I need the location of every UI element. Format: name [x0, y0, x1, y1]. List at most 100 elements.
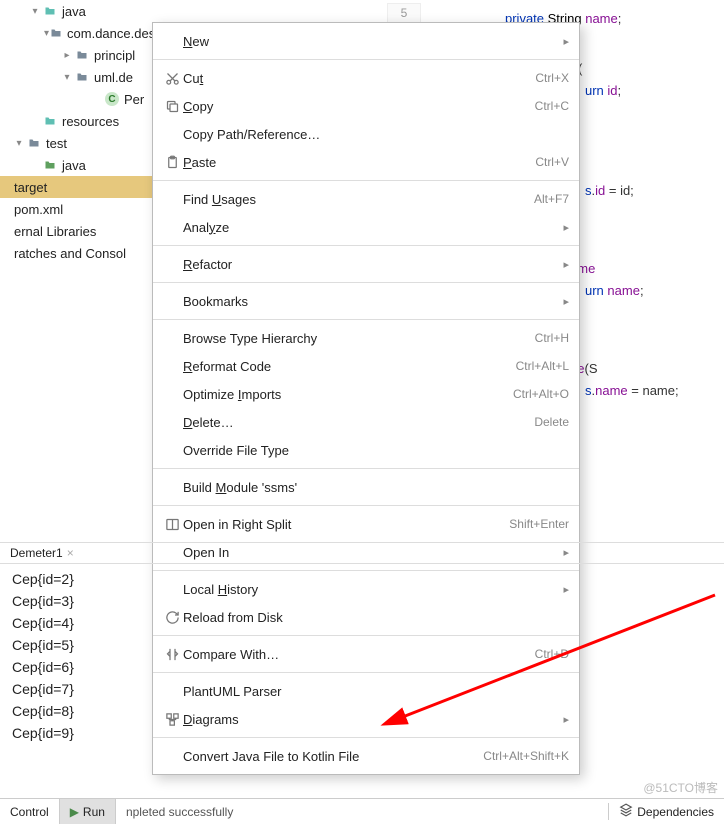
tree-item-label: principl [94, 48, 135, 63]
menu-item-label: New [183, 34, 555, 49]
folder-icon [42, 113, 58, 129]
menu-item-label: Analyze [183, 220, 555, 235]
tree-item[interactable]: pom.xml [0, 198, 160, 220]
version-control-label: Control [10, 805, 49, 819]
folder-icon [42, 3, 58, 19]
tree-item[interactable]: ernal Libraries [0, 220, 160, 242]
submenu-arrow-icon: ▸ [563, 295, 569, 308]
project-tree[interactable]: ▾java▾com.dance.design▸principl▾uml.deCP… [0, 0, 160, 264]
menu-item[interactable]: Copy Path/Reference… [153, 120, 579, 148]
tree-item[interactable]: C Per [0, 88, 160, 110]
menu-item-shortcut: Shift+Enter [509, 517, 569, 531]
tree-item[interactable]: target [0, 176, 160, 198]
version-control-button[interactable]: Control [0, 799, 60, 824]
menu-item-label: Copy Path/Reference… [183, 127, 569, 142]
menu-item-label: Optimize Imports [183, 387, 513, 402]
menu-item[interactable]: New ▸ [153, 27, 579, 55]
console-line: Cep{id=8} [12, 700, 712, 722]
menu-item-shortcut: Ctrl+H [535, 331, 569, 345]
folder-icon [26, 135, 42, 151]
console-line: Cep{id=6} [12, 656, 712, 678]
console-line: Cep{id=3} [12, 590, 712, 612]
menu-item[interactable]: Refactor ▸ [153, 250, 579, 278]
menu-item-shortcut: Alt+F7 [534, 192, 569, 206]
run-label: Run [83, 805, 105, 819]
run-button[interactable]: ▶ Run [60, 799, 116, 824]
code-line: urn name; [585, 280, 644, 302]
menu-item-shortcut: Delete [534, 415, 569, 429]
menu-item[interactable]: Analyze▸ [153, 213, 579, 241]
menu-item[interactable]: PasteCtrl+V [153, 148, 579, 176]
menu-item[interactable]: Browse Type HierarchyCtrl+H [153, 324, 579, 352]
menu-item-label: Override File Type [183, 443, 569, 458]
tree-item-label: uml.de [94, 70, 133, 85]
menu-item-shortcut: Ctrl+C [535, 99, 569, 113]
menu-item[interactable]: Bookmarks ▸ [153, 287, 579, 315]
tree-item[interactable]: java [0, 154, 160, 176]
tree-item[interactable]: ▾ uml.de [0, 66, 160, 88]
tree-item[interactable]: ▸ principl [0, 44, 160, 66]
tree-item-label: java [62, 4, 86, 19]
menu-item-shortcut: Ctrl+X [535, 71, 569, 85]
submenu-arrow-icon: ▸ [563, 258, 569, 271]
menu-item-shortcut: Ctrl+Alt+L [516, 359, 569, 373]
submenu-arrow-icon: ▸ [563, 35, 569, 48]
tree-item-label: Per [124, 92, 144, 107]
menu-item[interactable]: CopyCtrl+C [153, 92, 579, 120]
tree-item-label: ernal Libraries [14, 224, 96, 239]
menu-item-label: Refactor [183, 257, 555, 272]
tree-item[interactable]: ratches and Consol [0, 242, 160, 264]
tree-item[interactable]: ▾test [0, 132, 160, 154]
status-bar: Control ▶ Run npleted successfully Depen… [0, 798, 724, 824]
console-line: Cep{id=2} [12, 568, 712, 590]
menu-item-label: Convert Java File to Kotlin File [183, 749, 483, 764]
expand-arrow-icon[interactable]: ▸ [60, 50, 74, 61]
expand-arrow-icon[interactable]: ▾ [28, 6, 42, 17]
console-output: Cep{id=2}Cep{id=3}Cep{id=4}Cep{id=5}Cep{… [0, 564, 724, 748]
menu-item-label: Open in Right Split [183, 517, 509, 532]
menu-item-label: Bookmarks [183, 294, 555, 309]
menu-item[interactable]: Open in Right SplitShift+Enter [153, 510, 579, 538]
play-icon: ▶ [70, 805, 79, 819]
code-line: urn id; [585, 80, 621, 102]
folder-icon [74, 69, 90, 85]
tree-item-label: target [14, 180, 47, 195]
console-line: Cep{id=5} [12, 634, 712, 656]
split-icon [161, 517, 183, 532]
menu-item[interactable]: Optimize ImportsCtrl+Alt+O [153, 380, 579, 408]
menu-item-label: Copy [183, 99, 535, 114]
tree-item[interactable]: ▾ java [0, 0, 160, 22]
tab-label: Demeter1 [10, 546, 63, 560]
tree-item-label: pom.xml [14, 202, 63, 217]
menu-item[interactable]: Delete…Delete [153, 408, 579, 436]
expand-arrow-icon[interactable]: ▾ [60, 72, 74, 83]
menu-item[interactable]: Build Module 'ssms' [153, 473, 579, 501]
gutter-line-number: 5 [387, 3, 421, 23]
code-line: s.id = id; [585, 180, 634, 202]
dependencies-button[interactable]: Dependencies [608, 803, 724, 820]
code-line: s.name = name; [585, 380, 679, 402]
menu-item-label: Cut [183, 71, 535, 86]
menu-item-label: Paste [183, 155, 535, 170]
menu-item[interactable]: Override File Type [153, 436, 579, 464]
menu-item-shortcut: Ctrl+V [535, 155, 569, 169]
menu-item-label: Reformat Code [183, 359, 516, 374]
tree-item[interactable]: ▾com.dance.design [0, 22, 160, 44]
menu-item[interactable]: Reformat CodeCtrl+Alt+L [153, 352, 579, 380]
menu-item-label: Delete… [183, 415, 534, 430]
menu-item-label: Browse Type Hierarchy [183, 331, 535, 346]
tree-item-label: resources [62, 114, 119, 129]
expand-arrow-icon[interactable]: ▾ [12, 138, 26, 149]
status-text: npleted successfully [116, 805, 608, 819]
console-line: Cep{id=4} [12, 612, 712, 634]
tree-item-label: com.dance.design [67, 26, 160, 41]
menu-item[interactable]: CutCtrl+X [153, 64, 579, 92]
console-tabstrip[interactable]: Demeter1 × [0, 542, 724, 564]
menu-item[interactable]: Find UsagesAlt+F7 [153, 185, 579, 213]
folder-icon [42, 157, 58, 173]
console-tab[interactable]: Demeter1 × [0, 546, 84, 560]
tree-item[interactable]: resources [0, 110, 160, 132]
close-icon[interactable]: × [67, 546, 74, 560]
class-icon: C [104, 91, 120, 107]
menu-item-label: Build Module 'ssms' [183, 480, 569, 495]
